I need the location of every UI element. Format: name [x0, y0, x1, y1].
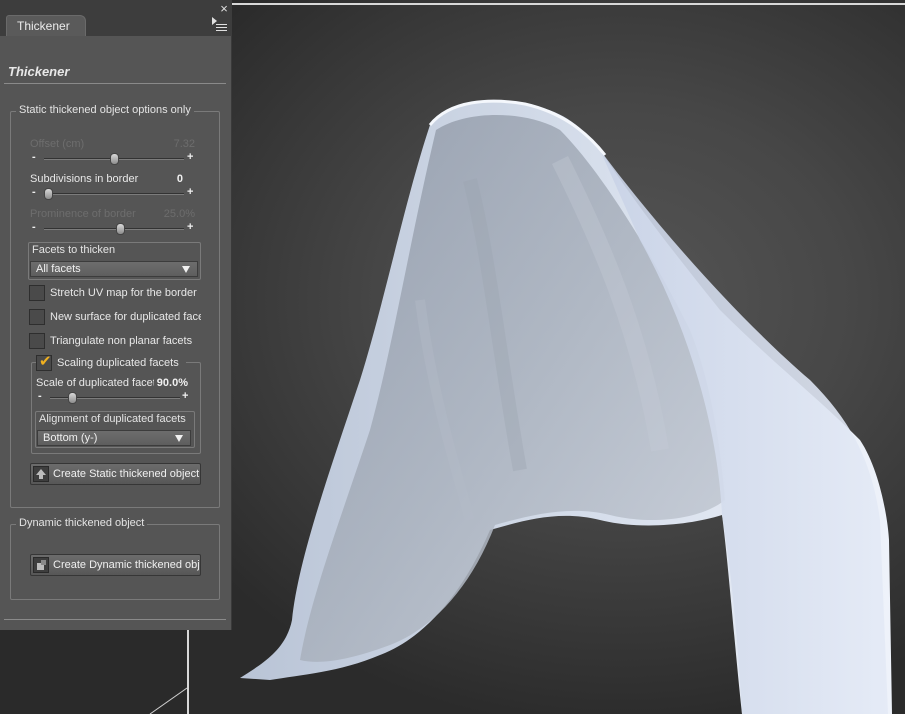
title-divider: [4, 83, 226, 84]
chevron-down-icon: [175, 435, 183, 442]
create-dynamic-button[interactable]: Create Dynamic thickened object: [30, 554, 201, 576]
panel-tab-bar: Thickener ×: [0, 0, 232, 36]
dynamic-object-icon: [33, 557, 49, 573]
offset-decrement-button[interactable]: -: [32, 151, 36, 163]
scale-value: 90.0%: [156, 377, 188, 389]
subdivisions-decrement-button[interactable]: -: [32, 186, 36, 198]
create-dynamic-button-label: Create Dynamic thickened object: [53, 559, 201, 571]
facets-dropdown-value: All facets: [36, 263, 81, 275]
static-options-group-label: Static thickened object options only: [16, 104, 194, 116]
close-icon[interactable]: ×: [218, 2, 230, 15]
alignment-dropdown[interactable]: Bottom (y-): [37, 430, 191, 446]
panel-title: Thickener: [8, 64, 70, 79]
subdivisions-increment-button[interactable]: +: [187, 186, 193, 198]
bottom-divider: [4, 619, 226, 620]
facets-group-label: Facets to thicken: [29, 244, 119, 256]
prominence-label: Prominence of border: [30, 208, 136, 220]
subdivisions-slider-thumb[interactable]: [44, 188, 53, 200]
prominence-slider-thumb[interactable]: [116, 223, 126, 235]
triangulate-label: Triangulate non planar facets: [50, 335, 193, 347]
dynamic-group-label: Dynamic thickened object: [16, 517, 148, 529]
thickener-panel: Thickener × Thickener Static thickened o…: [0, 0, 232, 630]
alignment-group-label: Alignment of duplicated facets: [36, 413, 189, 425]
scale-decrement-button[interactable]: -: [38, 390, 42, 402]
alignment-dropdown-value: Bottom (y-): [43, 432, 98, 444]
stretch-uv-checkbox-row[interactable]: Stretch UV map for the border: [29, 285, 201, 303]
offset-increment-button[interactable]: +: [187, 151, 193, 163]
scaling-checkbox[interactable]: ✔: [36, 353, 52, 371]
subdivisions-value: 0: [176, 173, 183, 185]
offset-value: 7.32: [173, 138, 195, 150]
stretch-uv-label: Stretch UV map for the border: [50, 287, 197, 299]
prominence-value: 25.0%: [163, 208, 195, 220]
scale-label: Scale of duplicated facets: [36, 377, 154, 389]
subdivisions-slider[interactable]: - +: [30, 186, 196, 200]
prominence-decrement-button[interactable]: -: [32, 221, 36, 233]
offset-slider-thumb[interactable]: [109, 153, 119, 165]
scale-increment-button[interactable]: +: [182, 390, 188, 402]
subdivisions-label: Subdivisions in border: [30, 173, 139, 185]
new-surface-checkbox[interactable]: [29, 309, 45, 325]
scaling-label: Scaling duplicated facets: [57, 357, 179, 369]
panel-menu-icon[interactable]: [212, 17, 228, 33]
stretch-uv-checkbox[interactable]: [29, 285, 45, 301]
scaling-checkbox-row[interactable]: ✔ Scaling duplicated facets: [36, 353, 186, 373]
tab-thickener[interactable]: Thickener: [6, 15, 86, 36]
new-surface-checkbox-row[interactable]: New surface for duplicated facets: [29, 309, 201, 327]
facets-dropdown[interactable]: All facets: [30, 261, 198, 277]
offset-label: Offset (cm): [30, 138, 85, 150]
shape-up-icon: [33, 466, 49, 482]
create-static-button[interactable]: Create Static thickened object: [30, 463, 201, 485]
checkmark-icon: ✔: [39, 353, 52, 370]
scale-slider[interactable]: - +: [36, 390, 192, 404]
prominence-increment-button[interactable]: +: [187, 221, 193, 233]
triangulate-checkbox[interactable]: [29, 333, 45, 349]
new-surface-label: New surface for duplicated facets: [50, 311, 201, 323]
scale-slider-thumb[interactable]: [68, 392, 78, 404]
offset-slider[interactable]: - +: [30, 151, 196, 165]
prominence-slider[interactable]: - +: [30, 221, 196, 235]
create-static-button-label: Create Static thickened object: [53, 468, 200, 480]
chevron-down-icon: [182, 266, 190, 273]
triangulate-checkbox-row[interactable]: Triangulate non planar facets: [29, 333, 201, 351]
